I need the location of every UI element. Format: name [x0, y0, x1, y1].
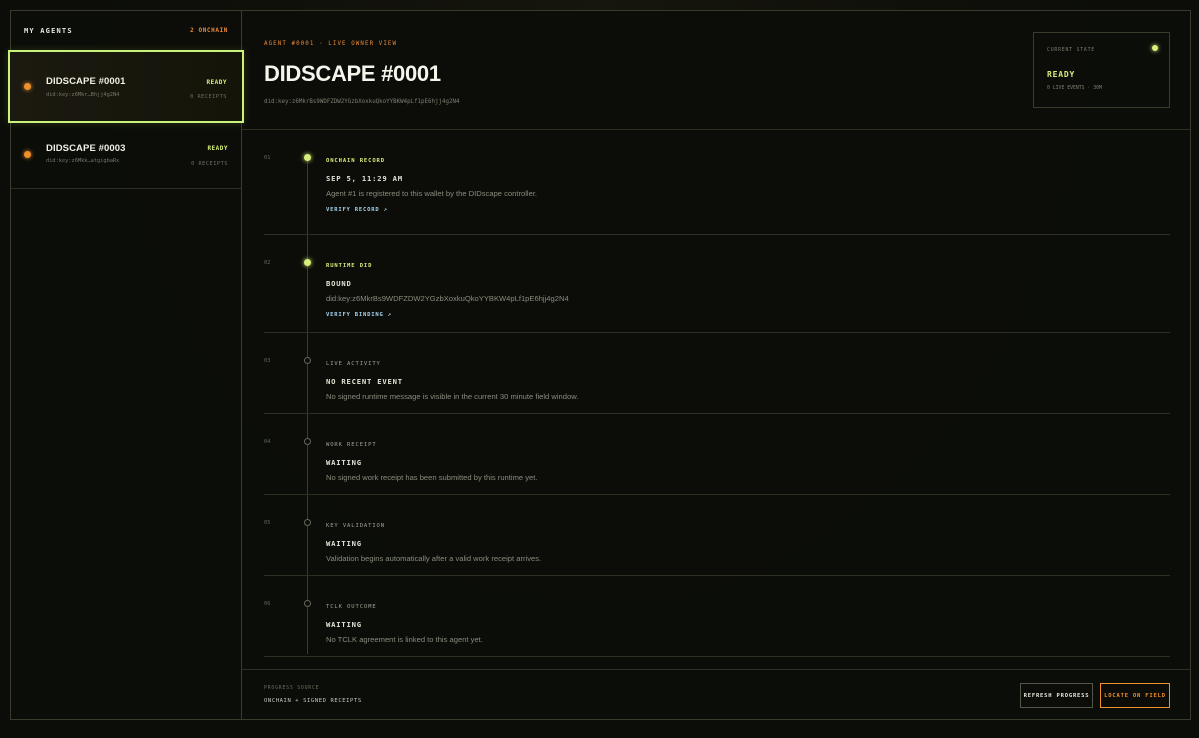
agent-did: did:key:z6Mkk…atgigbaRx [46, 158, 120, 164]
agent-receipts: 0 RECEIPTS [191, 161, 228, 167]
progress-timeline: 01 ONCHAIN RECORD SEP 5, 11:29 AM Agent … [242, 130, 1190, 669]
step-label: RUNTIME DID [326, 263, 373, 269]
sidebar-title: MY AGENTS [24, 26, 73, 35]
step-headline: WAITING [326, 458, 362, 467]
step-label: TCLK OUTCOME [326, 604, 377, 610]
step-complete-icon [304, 154, 311, 161]
step-label: ONCHAIN RECORD [326, 158, 385, 164]
step-number: 02 [264, 260, 271, 266]
progress-source-value: ONCHAIN + SIGNED RECEIPTS [264, 698, 362, 704]
agent-did: did:key:z6Mkr…Bhjj4g2N4 [46, 92, 120, 98]
locate-on-field-button[interactable]: LOCATE ON FIELD [1100, 683, 1170, 708]
step-number: 01 [264, 155, 271, 161]
agent-name: DIDSCAPE #0003 [46, 143, 126, 154]
current-state-card: CURRENT STATE READY 0 LIVE EVENTS · 30M [1033, 32, 1170, 108]
timeline-step-runtime-did: 02 RUNTIME DID BOUND did:key:z6MkrBs9WDF… [264, 235, 1170, 333]
agent-status-dot [24, 83, 31, 90]
agent-receipts: 0 RECEIPTS [190, 94, 227, 100]
agent-status-dot [24, 151, 31, 158]
agent-kicker: AGENT #0001 · LIVE OWNER VIEW [264, 41, 398, 47]
step-description: Validation begins automatically after a … [326, 554, 542, 563]
state-label: CURRENT STATE [1047, 48, 1095, 53]
verify-record-link[interactable]: VERIFY RECORD ↗ [326, 207, 388, 213]
step-complete-icon [304, 259, 311, 266]
step-label: LIVE ACTIVITY [326, 361, 381, 367]
onchain-count: 2 ONCHAIN [190, 27, 228, 34]
step-headline: SEP 5, 11:29 AM [326, 174, 403, 183]
agent-status: READY [207, 145, 228, 152]
step-description: Agent #1 is registered to this wallet by… [326, 189, 538, 198]
agent-item-0001[interactable]: DIDSCAPE #0001 did:key:z6Mkr…Bhjj4g2N4 R… [8, 50, 244, 123]
app-frame: MY AGENTS 2 ONCHAIN DIDSCAPE #0001 did:k… [8, 10, 1191, 720]
step-number: 04 [264, 439, 271, 445]
agent-status: READY [206, 79, 227, 86]
sidebar-header: MY AGENTS 2 ONCHAIN [11, 11, 241, 51]
agent-item-0003[interactable]: DIDSCAPE #0003 did:key:z6Mkk…atgigbaRx R… [11, 123, 241, 189]
page-title: DIDSCAPE #0001 [264, 61, 441, 86]
step-description: No TCLK agreement is linked to this agen… [326, 635, 483, 644]
progress-source-label: PROGRESS SOURCE [264, 686, 320, 691]
main-panel: AGENT #0001 · LIVE OWNER VIEW DIDSCAPE #… [242, 11, 1190, 719]
step-number: 06 [264, 601, 271, 607]
step-headline: WAITING [326, 539, 362, 548]
step-pending-icon [304, 438, 311, 445]
state-indicator-icon [1152, 45, 1158, 51]
agent-header: AGENT #0001 · LIVE OWNER VIEW DIDSCAPE #… [242, 11, 1190, 130]
refresh-progress-button[interactable]: REFRESH PROGRESS [1020, 683, 1093, 708]
step-number: 03 [264, 358, 271, 364]
step-headline: WAITING [326, 620, 362, 629]
step-headline: NO RECENT EVENT [326, 377, 403, 386]
state-value: READY [1047, 70, 1076, 79]
timeline-step-live-activity: 03 LIVE ACTIVITY NO RECENT EVENT No sign… [264, 333, 1170, 414]
timeline-step-tclk-outcome: 06 TCLK OUTCOME WAITING No TCLK agreemen… [264, 576, 1170, 657]
step-pending-icon [304, 519, 311, 526]
footer-bar: PROGRESS SOURCE ONCHAIN + SIGNED RECEIPT… [242, 669, 1190, 719]
step-description: No signed work receipt has been submitte… [326, 473, 538, 482]
step-number: 05 [264, 520, 271, 526]
step-label: WORK RECEIPT [326, 442, 377, 448]
step-headline: BOUND [326, 279, 352, 288]
step-pending-icon [304, 600, 311, 607]
verify-binding-link[interactable]: VERIFY BINDING ↗ [326, 312, 392, 318]
timeline-step-work-receipt: 04 WORK RECEIPT WAITING No signed work r… [264, 414, 1170, 495]
step-description: did:key:z6MkrBs9WDFZDW2YGzbXoxkuQkoYYBKW… [326, 294, 569, 303]
sidebar: MY AGENTS 2 ONCHAIN DIDSCAPE #0001 did:k… [8, 11, 244, 719]
timeline-step-onchain-record: 01 ONCHAIN RECORD SEP 5, 11:29 AM Agent … [264, 130, 1170, 235]
step-description: No signed runtime message is visible in … [326, 392, 579, 401]
timeline-step-key-validation: 05 KEY VALIDATION WAITING Validation beg… [264, 495, 1170, 576]
state-subtext: 0 LIVE EVENTS · 30M [1047, 86, 1102, 91]
step-pending-icon [304, 357, 311, 364]
step-label: KEY VALIDATION [326, 523, 385, 529]
agent-did-full: did:key:z6MkrBs9WDFZDW2YGzbXoxkuQkoYYBKW… [264, 99, 460, 105]
agent-name: DIDSCAPE #0001 [46, 76, 126, 87]
